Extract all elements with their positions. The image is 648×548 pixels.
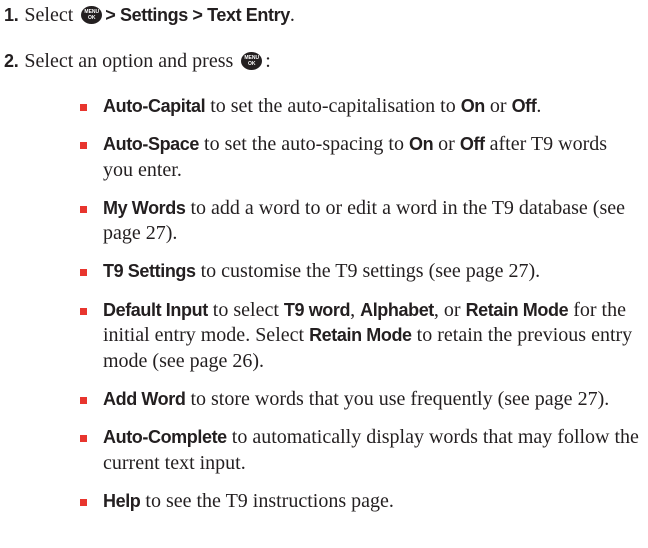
option-text: to select <box>207 298 284 321</box>
bullet-marker <box>80 142 87 150</box>
step-2: 2. Select an option and press MENU OK: <box>4 49 271 73</box>
option-keyword: On <box>460 96 486 116</box>
option-keyword: Off <box>511 96 537 116</box>
bullet-marker <box>80 396 87 404</box>
option-text: or <box>433 133 460 156</box>
menu-key-bottom-label: OK <box>88 15 96 21</box>
option-text: , or <box>433 298 466 321</box>
step-1-menu-path: > Settings > Text Entry <box>105 5 290 25</box>
step-2-end: : <box>265 50 271 72</box>
option-text: to set the auto-spacing to <box>199 133 409 156</box>
option-text: to set the auto-capitalisation to <box>205 95 461 117</box>
option-item: Help to see the T9 instructions page. <box>80 489 640 515</box>
option-list: Auto-Capital to set the auto-capitalisat… <box>80 94 640 527</box>
option-keyword: Auto-Space <box>103 134 200 155</box>
option-item: Auto-Space to set the auto-spacing to On… <box>80 132 640 183</box>
bullet-marker <box>80 104 87 111</box>
option-item: Auto-Complete to automatically display w… <box>80 425 640 476</box>
option-keyword: Auto-Complete <box>103 426 227 447</box>
menu-ok-key-icon: MENU OK <box>241 52 263 70</box>
option-keyword: Retain Mode <box>465 299 569 320</box>
menu-ok-key-icon: MENU OK <box>81 6 103 24</box>
step-1-select-text: Select <box>24 4 74 26</box>
step-1-number: 1. <box>4 5 19 25</box>
step-1-end: . <box>289 4 295 26</box>
bullet-marker <box>80 434 87 442</box>
bullet-marker <box>80 269 87 277</box>
step-1: 1. Select MENU OK > Settings > Text Entry. <box>4 3 295 27</box>
option-text: . <box>536 95 542 117</box>
manual-page: 1. Select MENU OK > Settings > Text Entry. … <box>0 0 648 548</box>
option-keyword: Auto-Capital <box>103 96 206 116</box>
option-keyword: Default Input <box>103 299 208 320</box>
option-item: Auto-Capital to set the auto-capitalisat… <box>80 94 640 120</box>
bullet-marker <box>80 307 87 315</box>
option-text: to store words that you use frequently (… <box>185 387 610 410</box>
step-2-text: Select an option and press <box>24 50 234 72</box>
option-item: Default Input to select T9 word, Alphabe… <box>80 298 640 375</box>
option-item: My Words to add a word to or edit a word… <box>80 196 640 247</box>
option-text: to see the T9 instructions page. <box>140 489 394 512</box>
option-keyword: Add Word <box>103 388 186 409</box>
option-keyword: Alphabet <box>360 299 434 320</box>
option-keyword: On <box>408 134 434 155</box>
bullet-marker <box>80 205 87 213</box>
option-item: Add Word to store words that you use fre… <box>80 387 640 413</box>
option-keyword: T9 word <box>283 299 351 320</box>
option-text: to customise the T9 settings (see page 2… <box>195 260 541 283</box>
option-text: or <box>484 95 512 117</box>
option-item: T9 Settings to customise the T9 settings… <box>80 259 640 285</box>
bullet-marker <box>80 498 87 506</box>
option-keyword: T9 Settings <box>103 261 196 282</box>
option-text: , <box>350 298 361 321</box>
option-keyword: Retain Mode <box>309 325 412 346</box>
option-keyword: My Words <box>103 197 186 218</box>
option-keyword: Off <box>459 134 485 155</box>
option-keyword: Help <box>103 490 141 511</box>
menu-key-bottom-label: OK <box>248 61 256 67</box>
step-2-number: 2. <box>4 51 19 71</box>
